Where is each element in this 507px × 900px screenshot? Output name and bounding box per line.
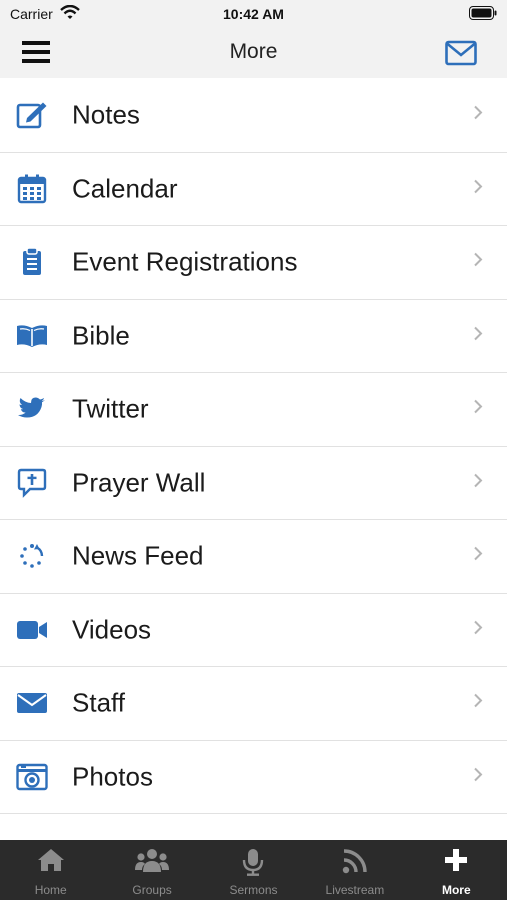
menu-item-event-registrations[interactable]: Event Registrations [0, 226, 507, 300]
chevron-right-icon [473, 619, 483, 640]
tab-sermons[interactable]: Sermons [203, 840, 304, 900]
book-icon [15, 319, 49, 353]
more-menu-list: Notes Calendar Event Registrations Bible… [0, 79, 507, 814]
menu-item-label: Photos [72, 761, 153, 792]
chevron-right-icon [473, 105, 483, 126]
battery-icon [469, 6, 497, 25]
tab-label: Sermons [229, 883, 278, 897]
tab-label: Home [34, 883, 67, 897]
notes-icon [15, 98, 49, 132]
tab-label: Livestream [325, 883, 385, 897]
chevron-right-icon [473, 472, 483, 493]
twitter-icon [15, 392, 49, 426]
menu-item-label: Prayer Wall [72, 467, 206, 498]
video-camera-icon [15, 613, 49, 647]
groups-icon [135, 848, 170, 879]
tab-livestream[interactable]: Livestream [304, 840, 405, 900]
menu-item-label: Staff [72, 687, 126, 718]
status-bar: Carrier 10:42 AM [0, 0, 507, 28]
rss-icon [342, 848, 368, 879]
chevron-right-icon [473, 178, 483, 199]
menu-item-label: Event Registrations [72, 246, 298, 277]
menu-item-news-feed[interactable]: News Feed [0, 520, 507, 594]
menu-item-twitter[interactable]: Twitter [0, 373, 507, 447]
calendar-icon [15, 172, 49, 206]
tab-label: Groups [132, 883, 172, 897]
plus-icon [444, 848, 468, 877]
clipboard-icon [15, 245, 49, 279]
refresh-icon [15, 539, 49, 573]
tab-bar: Home Groups Sermons Livestream More [0, 840, 507, 900]
menu-item-label: Bible [72, 320, 130, 351]
prayer-icon [15, 466, 49, 500]
tab-more[interactable]: More [406, 840, 507, 900]
menu-item-photos[interactable]: Photos [0, 740, 507, 814]
envelope-icon [15, 686, 49, 720]
menu-item-prayer-wall[interactable]: Prayer Wall [0, 446, 507, 520]
menu-item-videos[interactable]: Videos [0, 593, 507, 667]
home-icon [37, 848, 65, 877]
menu-item-label: News Feed [72, 540, 204, 571]
menu-item-notes[interactable]: Notes [0, 79, 507, 153]
tab-home[interactable]: Home [0, 840, 101, 900]
mail-icon[interactable] [445, 40, 477, 66]
status-time: 10:42 AM [223, 6, 284, 22]
menu-item-bible[interactable]: Bible [0, 299, 507, 373]
menu-item-calendar[interactable]: Calendar [0, 152, 507, 226]
chevron-right-icon [473, 399, 483, 420]
chevron-right-icon [473, 252, 483, 273]
menu-item-label: Notes [72, 99, 140, 130]
chevron-right-icon [473, 693, 483, 714]
microphone-icon [242, 848, 264, 881]
nav-bar: More [0, 28, 507, 78]
tab-groups[interactable]: Groups [101, 840, 202, 900]
page-title: More [229, 40, 278, 63]
chevron-right-icon [473, 546, 483, 567]
tab-label: More [441, 883, 471, 897]
chevron-right-icon [473, 766, 483, 787]
menu-item-label: Calendar [72, 173, 178, 204]
menu-item-staff[interactable]: Staff [0, 667, 507, 741]
menu-item-label: Videos [72, 614, 152, 645]
camera-icon [15, 760, 49, 794]
chevron-right-icon [473, 325, 483, 346]
menu-item-label: Twitter [72, 393, 149, 424]
